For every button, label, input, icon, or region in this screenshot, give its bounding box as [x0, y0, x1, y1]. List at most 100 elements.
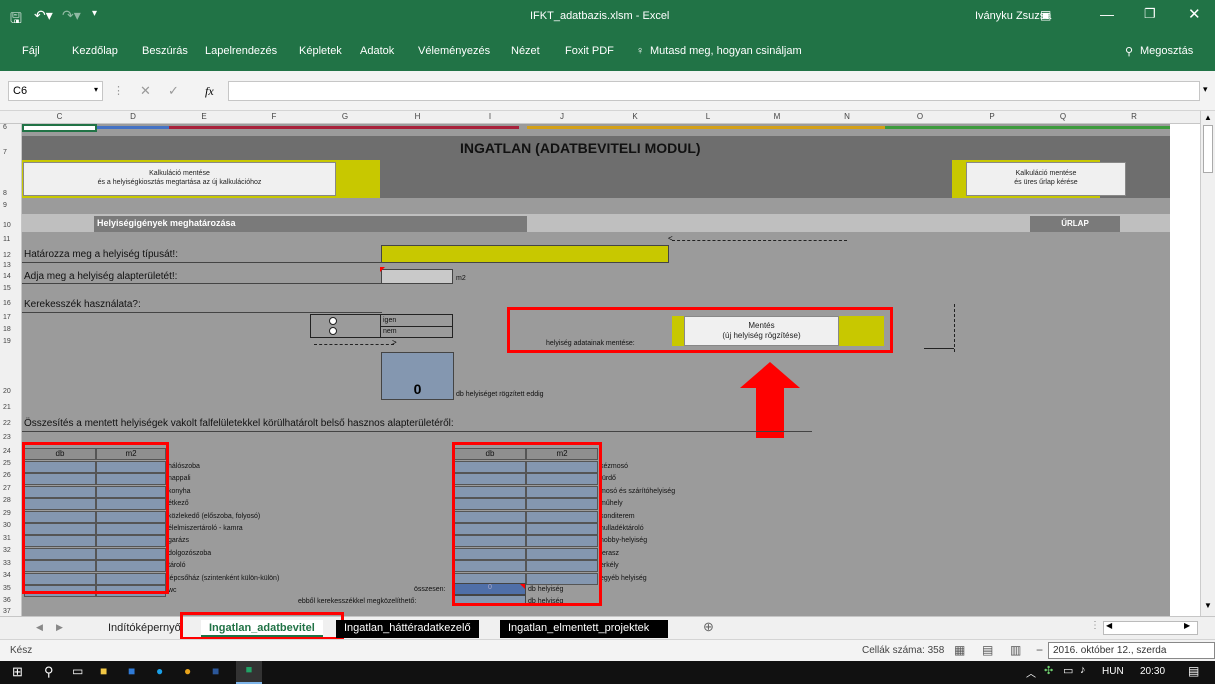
row-13[interactable]: 13 — [0, 262, 21, 269]
tab-view[interactable]: Nézet — [511, 45, 540, 57]
scroll-right-icon[interactable]: ▶ — [1184, 621, 1190, 630]
row-8[interactable]: 8 — [0, 190, 21, 197]
room-area-input[interactable] — [381, 269, 453, 284]
task-view-icon[interactable]: ▭ — [72, 664, 83, 678]
insert-function-icon[interactable]: fx — [205, 84, 214, 99]
row-25[interactable]: 25 — [0, 460, 21, 467]
search-icon[interactable]: ⚲ — [44, 664, 54, 680]
tab-data[interactable]: Adatok — [360, 45, 394, 57]
add-sheet-icon[interactable]: ⊕ — [703, 619, 714, 635]
excel-icon[interactable]: ■ — [236, 661, 262, 684]
col-j[interactable]: J — [526, 112, 598, 121]
next-sheet-icon[interactable]: ▶ — [56, 622, 63, 633]
row-22[interactable]: 22 — [0, 420, 21, 427]
row-27[interactable]: 27 — [0, 485, 21, 492]
col-i[interactable]: I — [454, 112, 526, 121]
sheet-tab-saved[interactable]: Ingatlan_elmentett_projektek — [500, 620, 668, 638]
scroll-left-icon[interactable]: ◀ — [1106, 621, 1112, 630]
row-20[interactable]: 20 — [0, 388, 21, 395]
chrome-icon[interactable]: ● — [184, 664, 191, 678]
tab-review[interactable]: Véleményezés — [418, 45, 490, 57]
chevron-down-icon[interactable]: ▾ — [94, 85, 98, 94]
scroll-down-icon[interactable]: ▼ — [1204, 601, 1212, 610]
zoom-out-icon[interactable]: − — [1036, 643, 1043, 657]
selected-cell-c6[interactable] — [22, 124, 97, 132]
expand-formula-icon[interactable]: ▾ — [1203, 84, 1208, 95]
row-12[interactable]: 12 — [0, 252, 21, 259]
row-34[interactable]: 34 — [0, 572, 21, 579]
col-c[interactable]: C — [22, 112, 97, 121]
tab-insert[interactable]: Beszúrás — [142, 45, 188, 57]
windows-start-icon[interactable]: ⊞ — [12, 664, 23, 680]
sheet-tab-background[interactable]: Ingatlan_háttéradatkezelő — [336, 620, 479, 638]
close-icon[interactable]: ✕ — [1188, 5, 1201, 23]
row-31[interactable]: 31 — [0, 535, 21, 542]
row-30[interactable]: 30 — [0, 522, 21, 529]
scroll-up-icon[interactable]: ▲ — [1204, 113, 1212, 122]
tab-foxit[interactable]: Foxit PDF — [565, 45, 614, 57]
col-p[interactable]: P — [956, 112, 1028, 121]
ribbon-display-icon[interactable]: ▣ — [1040, 8, 1051, 22]
save-calculation-empty-button[interactable]: Kalkuláció mentése és üres űrlap kérése — [966, 162, 1126, 196]
customize-qat-icon[interactable]: ▾ — [92, 8, 97, 19]
share-button[interactable]: Megosztás — [1140, 45, 1193, 57]
col-e[interactable]: E — [169, 112, 239, 121]
col-q[interactable]: Q — [1028, 112, 1098, 121]
wheelchair-no-radio[interactable] — [329, 327, 337, 335]
row-23[interactable]: 23 — [0, 434, 21, 441]
restore-icon[interactable]: ❐ — [1144, 6, 1156, 22]
input-language[interactable]: HUN — [1102, 666, 1124, 677]
page-layout-icon[interactable]: ▤ — [982, 643, 993, 657]
row-17[interactable]: 17 — [0, 314, 21, 321]
col-r[interactable]: R — [1098, 112, 1170, 121]
tab-home[interactable]: Kezdőlap — [72, 45, 118, 57]
row-9[interactable]: 9 — [0, 202, 21, 209]
minimize-icon[interactable]: — — [1100, 6, 1114, 22]
wheelchair-yes-radio[interactable] — [329, 317, 337, 325]
clock[interactable]: 20:30 — [1140, 666, 1165, 677]
tab-formulas[interactable]: Képletek — [299, 45, 342, 57]
undo-icon[interactable]: ↶▾ — [34, 7, 53, 24]
row-26[interactable]: 26 — [0, 472, 21, 479]
save-calculation-button[interactable]: Kalkuláció mentése és a helyiségkiosztás… — [23, 162, 336, 196]
col-f[interactable]: F — [239, 112, 309, 121]
row-6[interactable]: 6 — [0, 124, 21, 131]
tell-me-search[interactable]: Mutasd meg, hogyan csináljam — [650, 45, 802, 57]
room-type-input[interactable] — [381, 245, 669, 263]
formula-input[interactable] — [228, 81, 1200, 101]
row-16[interactable]: 16 — [0, 300, 21, 307]
notification-icon[interactable]: ▤ — [1188, 664, 1199, 678]
col-n[interactable]: N — [810, 112, 884, 121]
sheet-tab-start[interactable]: Indítóképernyő — [100, 620, 189, 638]
tab-layout[interactable]: Lapelrendezés — [205, 45, 277, 57]
outlook-icon[interactable]: ■ — [128, 664, 135, 678]
row-37[interactable]: 37 — [0, 608, 21, 615]
battery-icon[interactable]: ▭ — [1063, 664, 1073, 677]
file-explorer-icon[interactable]: ■ — [100, 664, 107, 678]
worksheet-grid[interactable]: INGATLAN (ADATBEVITELI MODUL) Kalkuláció… — [22, 124, 1170, 616]
row-21[interactable]: 21 — [0, 404, 21, 411]
prev-sheet-icon[interactable]: ◀ — [36, 622, 43, 633]
col-d[interactable]: D — [97, 112, 169, 121]
row-11[interactable]: 11 — [0, 236, 21, 243]
network-icon[interactable]: ✣ — [1044, 664, 1053, 677]
col-g[interactable]: G — [309, 112, 381, 121]
col-o[interactable]: O — [884, 112, 956, 121]
save-icon[interactable]: 🖫 — [10, 8, 22, 32]
row-7[interactable]: 7 — [0, 149, 21, 156]
row-28[interactable]: 28 — [0, 497, 21, 504]
row-14[interactable]: 14 — [0, 273, 21, 280]
skype-icon[interactable]: ● — [156, 664, 163, 678]
cancel-icon[interactable]: ✕ — [140, 83, 151, 99]
name-box[interactable]: C6 ▾ — [8, 81, 103, 101]
row-15[interactable]: 15 — [0, 285, 21, 292]
vertical-scrollbar[interactable]: ▲ ▼ — [1200, 111, 1215, 616]
row-18[interactable]: 18 — [0, 326, 21, 333]
word-icon[interactable]: ■ — [212, 664, 219, 678]
col-l[interactable]: L — [672, 112, 744, 121]
page-break-icon[interactable]: ▥ — [1010, 643, 1021, 657]
redo-icon[interactable]: ↷▾ — [62, 7, 81, 24]
row-10[interactable]: 10 — [0, 222, 21, 229]
row-32[interactable]: 32 — [0, 547, 21, 554]
share-icon[interactable]: ⚲ — [1125, 45, 1133, 58]
